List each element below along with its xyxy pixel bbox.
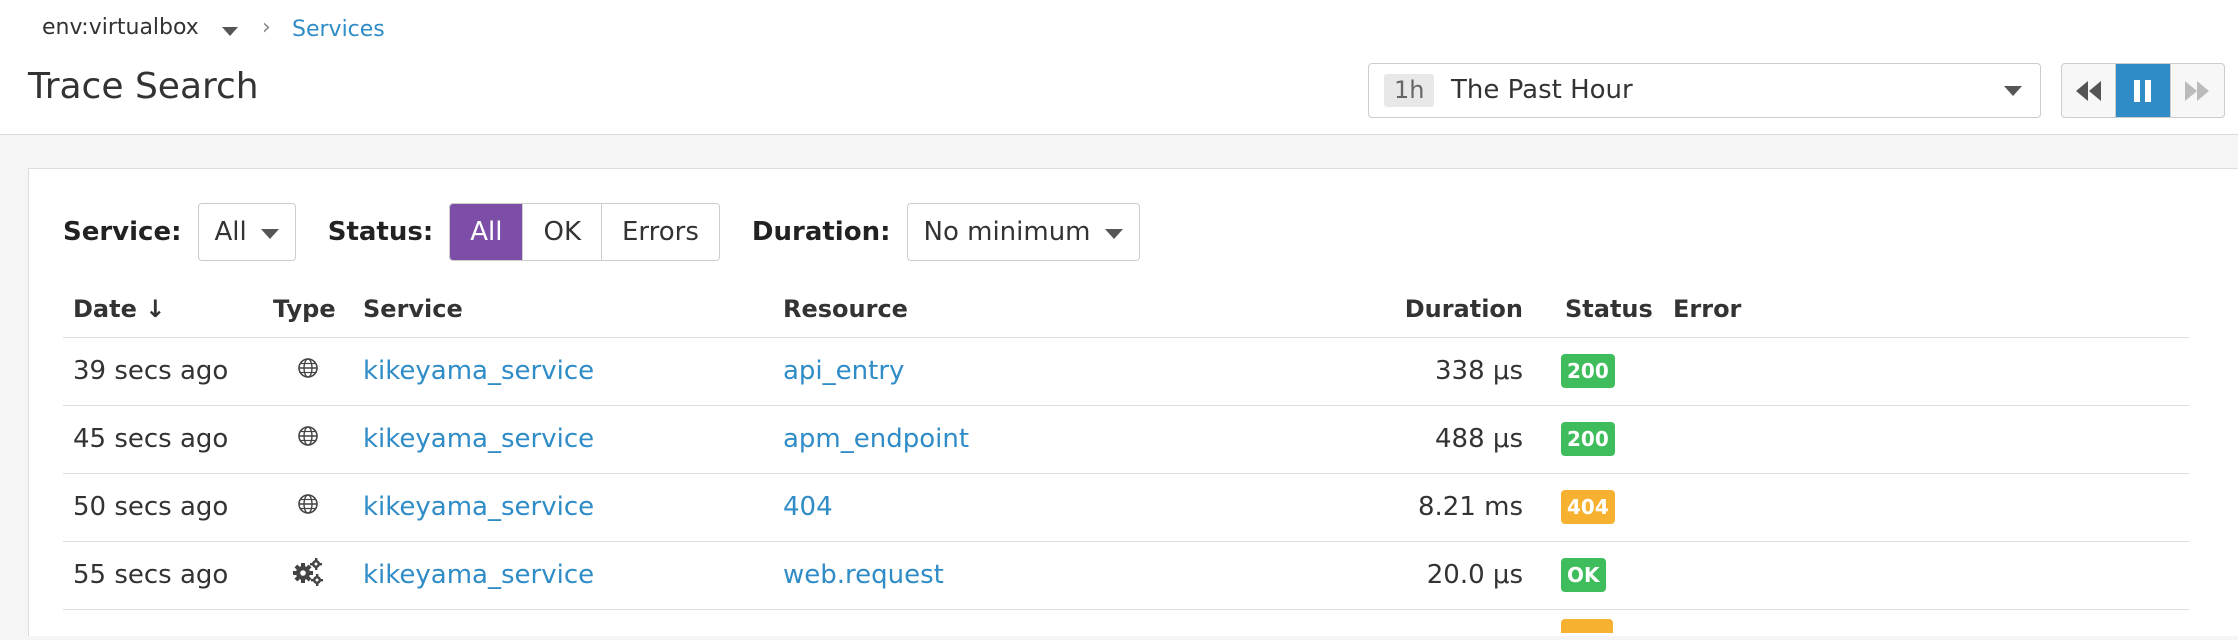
row-error: [1663, 473, 2189, 542]
column-header-error[interactable]: Error: [1663, 281, 2189, 338]
table-row[interactable]: 45 secs ago kikeyama_service apm_endpoin…: [63, 405, 2189, 474]
status-filter-ok[interactable]: OK: [523, 204, 602, 260]
row-type: [263, 405, 353, 474]
playback-controls: [2061, 63, 2225, 118]
row-date: 50 secs ago: [63, 473, 263, 542]
page-title: Trace Search: [28, 66, 259, 107]
status-badge: OK: [1561, 558, 1606, 592]
duration-filter-label: Duration:: [751, 217, 891, 247]
row-duration: 8.21 ms: [1333, 473, 1533, 542]
trace-panel: Service: All Status: All OK Errors Durat…: [28, 168, 2238, 636]
breadcrumb-services-link[interactable]: Services: [292, 17, 385, 42]
chevron-down-icon: [1104, 229, 1123, 239]
row-resource-link[interactable]: api_entry: [773, 337, 1333, 406]
chevron-down-icon: [260, 229, 279, 239]
status-filter-all[interactable]: All: [450, 204, 524, 260]
time-range-select[interactable]: 1h The Past Hour: [1368, 63, 2041, 118]
column-header-duration[interactable]: Duration: [1333, 281, 1533, 338]
row-error: [1663, 541, 2189, 610]
row-type: [263, 541, 353, 610]
rewind-button[interactable]: [2062, 64, 2117, 117]
row-status: 200: [1533, 337, 1663, 406]
row-date: 55 secs ago: [63, 541, 263, 610]
table-row[interactable]: 39 secs ago kikeyama_service api_entry 3…: [63, 337, 2189, 406]
column-header-status[interactable]: Status: [1533, 281, 1663, 338]
pause-button[interactable]: [2116, 64, 2171, 117]
service-filter-value: All: [214, 217, 247, 247]
column-header-service[interactable]: Service: [353, 281, 773, 338]
duration-filter-value: No minimum: [923, 217, 1091, 247]
status-badge: 200: [1561, 354, 1615, 388]
column-header-date[interactable]: Date ↓: [63, 281, 263, 338]
row-service-link[interactable]: kikeyama_service: [353, 541, 773, 610]
row-date: 45 secs ago: [63, 405, 263, 474]
status-badge: [1561, 618, 1613, 633]
row-duration: 20.0 μs: [1333, 541, 1533, 610]
globe-icon: [297, 356, 319, 386]
globe-icon: [297, 424, 319, 454]
row-duration: 338 μs: [1333, 337, 1533, 406]
status-filter-label: Status:: [327, 217, 434, 247]
column-header-type[interactable]: Type: [263, 281, 353, 338]
env-selector[interactable]: env:virtualbox: [42, 15, 199, 40]
row-type: [263, 337, 353, 406]
env-caret-down-icon[interactable]: [222, 27, 238, 36]
fast-forward-icon: [2185, 80, 2210, 101]
pause-icon: [2133, 79, 2151, 102]
row-error: [1663, 405, 2189, 474]
row-resource-link[interactable]: web.request: [773, 541, 1333, 610]
status-badge: 404: [1561, 490, 1615, 524]
row-type: [263, 473, 353, 542]
row-date: 39 secs ago: [63, 337, 263, 406]
service-filter-label: Service:: [63, 217, 182, 247]
filter-bar: Service: All Status: All OK Errors Durat…: [63, 203, 1140, 261]
row-resource-link[interactable]: apm_endpoint: [773, 405, 1333, 474]
status-filter-toggle: All OK Errors: [449, 203, 720, 261]
row-resource-link[interactable]: 404: [773, 473, 1333, 542]
time-range-badge: 1h: [1384, 74, 1435, 107]
column-header-resource[interactable]: Resource: [773, 281, 1333, 338]
time-range-label: The Past Hour: [1451, 75, 1633, 105]
table-row-partial[interactable]: [63, 609, 2189, 640]
status-badge: 200: [1561, 422, 1615, 456]
gears-icon: [292, 557, 324, 594]
top-bar: env:virtualbox › Services Trace Search 1…: [0, 0, 2238, 135]
globe-icon: [297, 492, 319, 522]
table-header-row: Date ↓ Type Service Resource Duration St…: [63, 281, 2189, 338]
row-status: OK: [1533, 541, 1663, 610]
row-service-link[interactable]: kikeyama_service: [353, 337, 773, 406]
chevron-down-icon: [2004, 86, 2022, 96]
table-row[interactable]: 55 secs ago kikeyama_service web.request…: [63, 541, 2189, 610]
row-error: [1663, 337, 2189, 406]
row-service-link[interactable]: kikeyama_service: [353, 405, 773, 474]
row-status: 200: [1533, 405, 1663, 474]
row-duration: 488 μs: [1333, 405, 1533, 474]
fast-forward-button[interactable]: [2171, 64, 2224, 117]
rewind-icon: [2075, 80, 2101, 101]
duration-filter-dropdown[interactable]: No minimum: [906, 203, 1140, 261]
status-filter-errors[interactable]: Errors: [602, 204, 719, 260]
table-row[interactable]: 50 secs ago kikeyama_service 404 8.21 ms…: [63, 473, 2189, 542]
row-service-link[interactable]: kikeyama_service: [353, 473, 773, 542]
trace-table: Date ↓ Type Service Resource Duration St…: [63, 281, 2189, 640]
breadcrumb-separator-icon: ›: [262, 15, 271, 40]
row-status: 404: [1533, 473, 1663, 542]
service-filter-dropdown[interactable]: All: [197, 203, 296, 261]
